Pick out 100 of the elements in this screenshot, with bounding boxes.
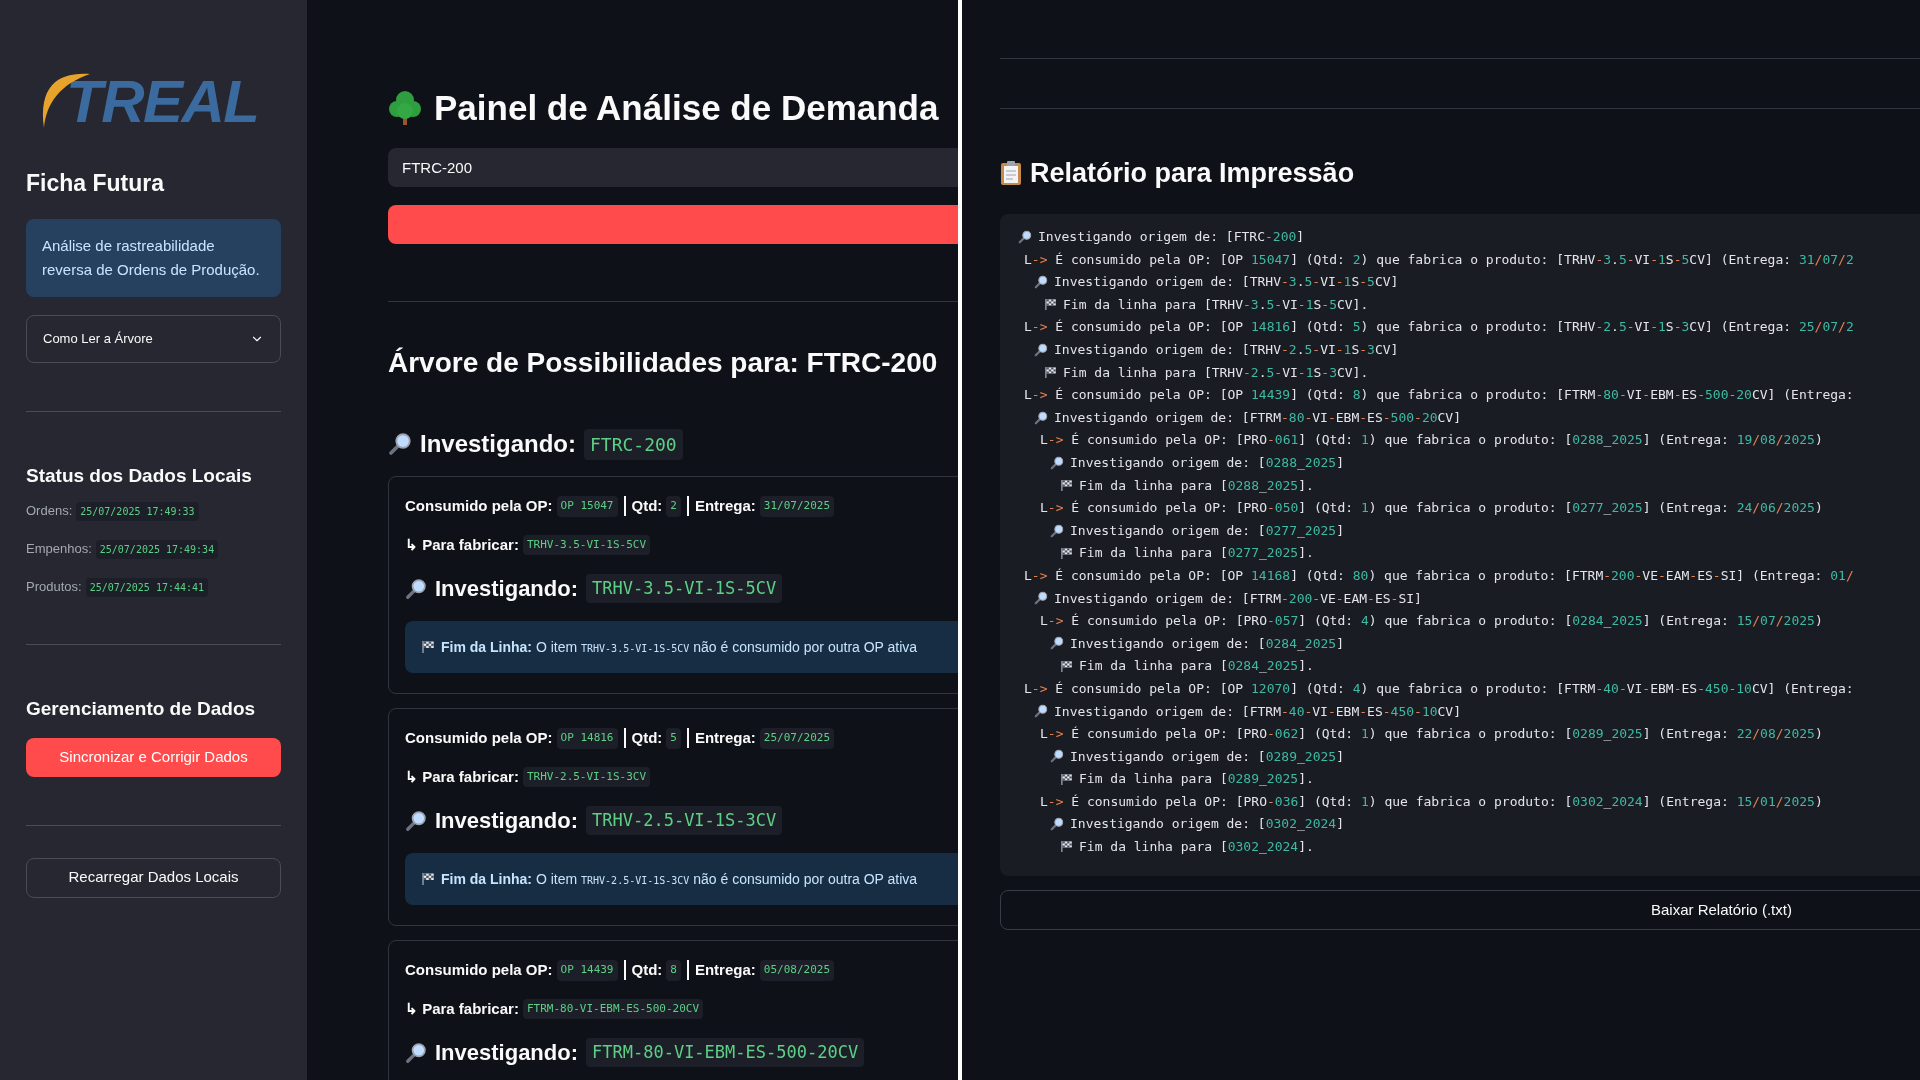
field-label: ↳ Para fabricar: (405, 766, 519, 787)
download-button[interactable]: Baixar Relatório (.txt) (1000, 890, 1920, 931)
report-line: Investigando origem de: [FTRM-200-VE-EAM-ES-SI] (1054, 589, 1422, 608)
magnifier-icon (1018, 229, 1032, 244)
field-label: Entrega: (694, 496, 756, 516)
investigating-label: Investigando: (435, 807, 578, 835)
page-title: Painel de Análise de Demanda (434, 86, 939, 129)
field-label: Consumido pela OP: (405, 728, 553, 748)
chequered-flag-icon (1044, 365, 1057, 379)
chequered-flag-icon (1060, 840, 1073, 854)
info-box: Análise de rastreabilidade reversa de Ordens de Produção. (26, 218, 281, 297)
report-line: L-> É consumido pela OP: [PRO-062] (Qtd: 1) que fabrica o produto: [0289_2025] (Entrega: 22/08/2025) (1040, 725, 1823, 744)
alert-message: Fim da Linha: O item TRHV-3.5-VI-1S-5CV não é consumido por outra OP ativa (441, 637, 918, 657)
report-line: Investigando origem de: [0288_2025] (1070, 454, 1344, 472)
report-line: Investigando origem de: [0284_2025] (1070, 634, 1344, 653)
code-chip: FTRC-200 (584, 428, 683, 460)
field-label: Qtd: (631, 496, 663, 516)
investigating-label: Investigando: (435, 1039, 578, 1067)
magnifier-icon (388, 432, 412, 456)
code-chip: OP 14439 (556, 960, 618, 981)
report-title: Relatório para Impressão (1030, 157, 1355, 190)
reload-button[interactable]: Recarregar Dados Locais (26, 857, 281, 898)
chequered-flag-icon (1060, 546, 1073, 560)
section-title: Status dos Dados Locais (26, 463, 253, 488)
magnifier-icon (405, 1041, 427, 1064)
magnifier-icon (1050, 636, 1064, 651)
chequered-flag-icon (1060, 478, 1073, 492)
status-label: Produtos: (26, 578, 82, 597)
report-line: Investigando origem de: [0277_2025] (1070, 521, 1344, 540)
section-heading: Árvore de Possibilidades para: FTRC-200 (388, 346, 939, 380)
code-chip: TRHV-2.5-VI-1S-3CV (522, 766, 651, 787)
magnifier-icon (1034, 704, 1048, 719)
magnifier-icon (1034, 591, 1048, 606)
report-line: Fim da linha para [0284_2025]. (1079, 657, 1314, 676)
report-line: L-> É consumido pela OP: [PRO-050] (Qtd: 1) que fabrica o produto: [0277_2025] (Entrega: 24/06/2025) (1040, 499, 1823, 518)
chequered-flag-icon (1044, 298, 1057, 312)
code-chip: TRHV-3.5-VI-1S-5CV (586, 573, 783, 604)
analyze-button[interactable] (388, 205, 958, 244)
code-chip: 5 (666, 728, 681, 749)
report-line: L-> É consumido pela OP: [PRO-036] (Qtd: 1) que fabrica o produto: [0302_2024] (Entrega: 15/01/2025) (1040, 792, 1823, 811)
logo-text: TREAL (66, 72, 259, 132)
magnifier-icon (405, 809, 427, 832)
code-chip: 2 (666, 496, 681, 517)
report-line: Investigando origem de: [TRHV-3.5-VI-1S-5CV] (1054, 273, 1399, 292)
report-line: L-> É consumido pela OP: [PRO-061] (Qtd: 1) que fabrica o produto: [0288_2025] (Entrega: 19/08/2025) (1040, 431, 1823, 450)
code-chip: FTRM-80-VI-EBM-ES-500-20CV (522, 998, 704, 1019)
status-label: Empenhos: (26, 540, 92, 559)
timestamp: 25/07/2025 17:49:34 (95, 539, 219, 559)
field-label: ↳ Para fabricar: (405, 534, 519, 555)
magnifier-icon (405, 577, 427, 600)
report-line: L-> É consumido pela OP: [OP 14168] (Qtd: 80) que fabrica o produto: [FTRM-200-VE-EAM-ES-SI] (Entrega: 01/ (1024, 566, 1854, 585)
magnifier-icon (1050, 749, 1064, 764)
report-line: Investigando origem de: [FTRM-80-VI-EBM-ES-500-20CV] (1054, 408, 1462, 427)
code-chip: 25/07/2025 (759, 728, 835, 749)
search-field[interactable]: FTRC-200 (388, 148, 958, 187)
report-line: L-> É consumido pela OP: [OP 15047] (Qtd: 2) que fabrica o produto: [TRHV-3.5-VI-1S-5CV] (Entrega: 31/07/2 (1024, 250, 1854, 269)
report-line: L-> É consumido pela OP: [OP 12070] (Qtd: 4) que fabrica o produto: [FTRM-40-VI-EBM-ES-450-10CV] (Entrega: (1024, 679, 1854, 698)
code-chip: TRHV-3.5-VI-1S-5CV (522, 534, 651, 555)
code-chip: OP 14816 (556, 728, 618, 749)
code-chip: TRHV-2.5-VI-1S-3CV (586, 805, 783, 836)
magnifier-icon (1034, 275, 1048, 289)
expander[interactable]: Como Ler a Árvore (26, 314, 281, 363)
code-chip: 05/08/2025 (759, 960, 835, 981)
magnifier-icon (1034, 342, 1048, 357)
timestamp: 25/07/2025 17:44:41 (85, 577, 209, 597)
report-line: Investigando origem de: [FTRC-200] (1038, 228, 1305, 247)
report-line: Investigando origem de: [0289_2025] (1070, 747, 1344, 766)
magnifier-icon (1050, 455, 1064, 470)
investigating-label: Investigando: (420, 429, 576, 459)
chequered-flag-icon (421, 872, 435, 886)
report-line: Fim da linha para [0277_2025]. (1079, 544, 1314, 563)
field-label: Qtd: (631, 728, 663, 748)
code-chip: FTRM-80-VI-EBM-ES-500-20CV (586, 1037, 865, 1068)
report-line: Fim da linha para [TRHV-2.5-VI-1S-3CV]. (1063, 363, 1369, 382)
tree-icon (388, 89, 422, 127)
magnifier-icon (1050, 523, 1064, 538)
status-label: Ordens: (26, 502, 73, 521)
report-line: L-> É consumido pela OP: [OP 14439] (Qtd: 8) que fabrica o produto: [FTRM-80-VI-EBM-ES-500-20CV] (Entrega: (1024, 386, 1854, 405)
report-line: L-> É consumido pela OP: [OP 14816] (Qtd: 5) que fabrica o produto: [TRHV-2.5-VI-1S-3CV] (Entrega: 25/07/2 (1024, 318, 1854, 337)
field-label: Consumido pela OP: (405, 960, 553, 980)
field-label: Qtd: (631, 960, 663, 980)
section-title: Gerenciamento de Dados (26, 697, 257, 721)
magnifier-icon (1050, 817, 1064, 832)
report-line: Investigando origem de: [TRHV-2.5-VI-1S-3CV] (1054, 341, 1399, 359)
field-label: Entrega: (694, 728, 756, 748)
report-line: Fim da linha para [0302_2024]. (1079, 838, 1314, 857)
sidebar-title: Ficha Futura (26, 169, 166, 198)
code-chip: OP 15047 (556, 496, 618, 517)
clipboard-icon (1000, 160, 1022, 187)
report-line: Fim da linha para [0289_2025]. (1079, 770, 1314, 789)
report-line: Investigando origem de: [0302_2024] (1070, 815, 1344, 834)
report-line: Fim da linha para [TRHV-3.5-VI-1S-5CV]. (1063, 295, 1369, 314)
field-label: Consumido pela OP: (405, 496, 553, 516)
report-line: Investigando origem de: [FTRM-40-VI-EBM-ES-450-10CV] (1054, 702, 1462, 721)
investigating-label: Investigando: (435, 575, 578, 603)
code-chip: 31/07/2025 (759, 496, 835, 517)
report-line: Fim da linha para [0288_2025]. (1079, 476, 1314, 495)
chequered-flag-icon (1060, 659, 1073, 673)
timestamp: 25/07/2025 17:49:33 (76, 501, 199, 521)
chequered-flag-icon (421, 640, 435, 654)
